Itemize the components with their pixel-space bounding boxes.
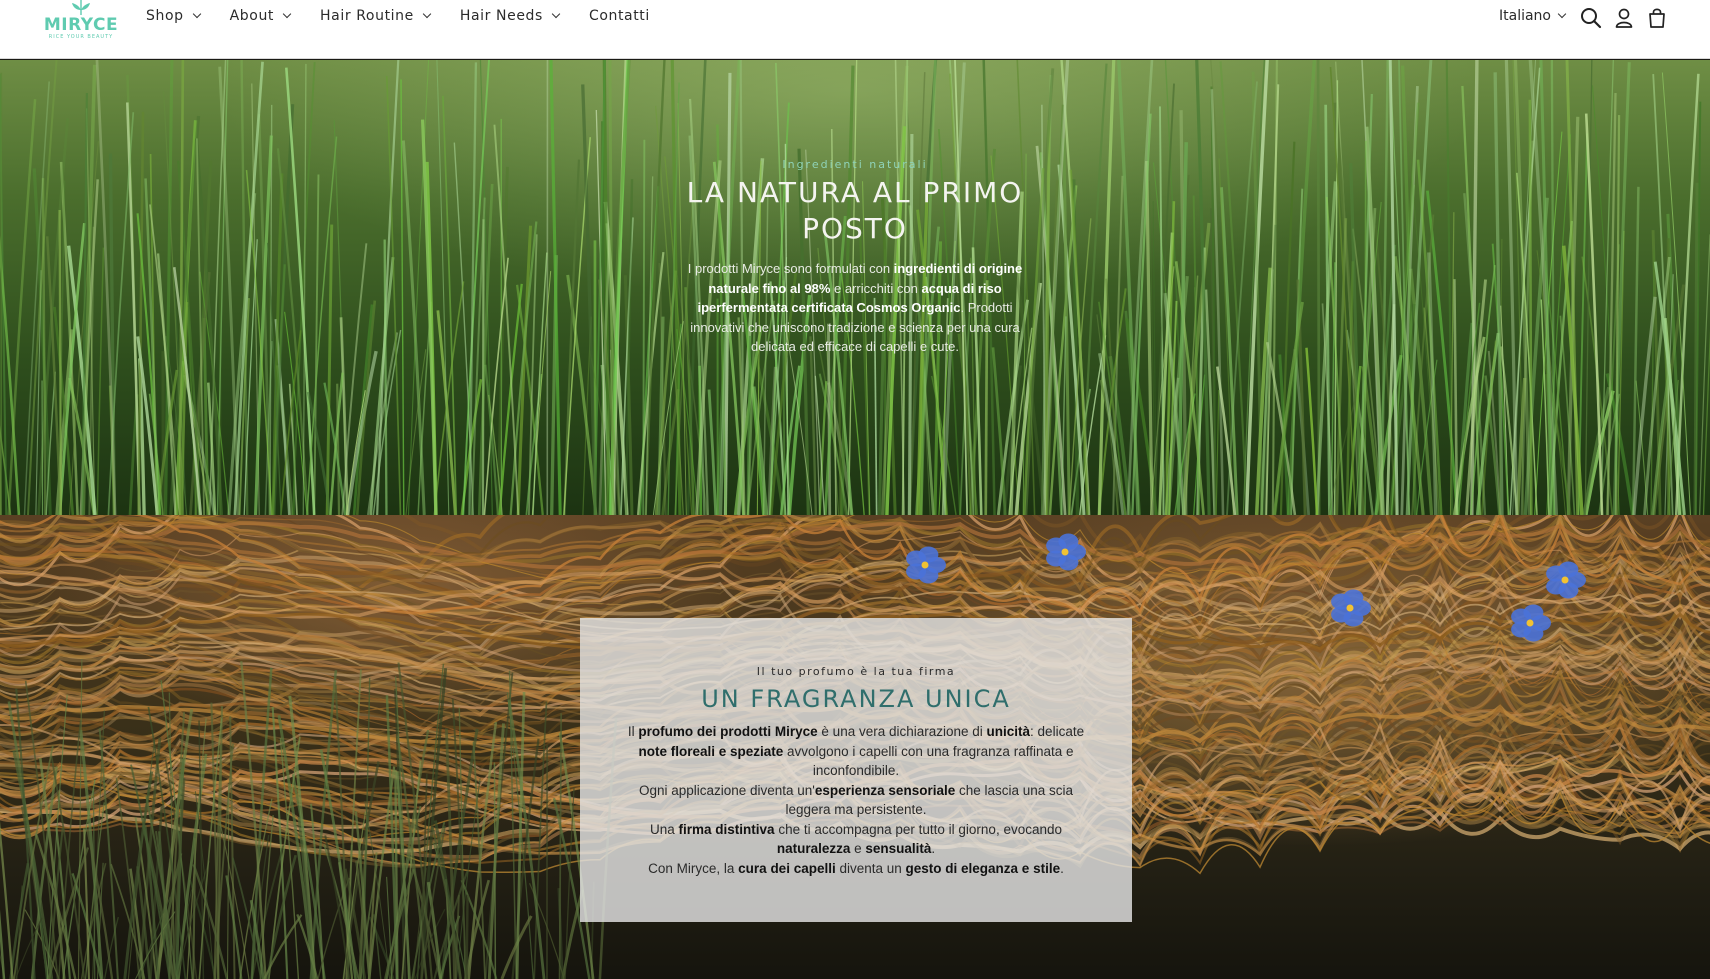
- chevron-down-icon: [282, 9, 292, 19]
- chevron-down-icon: [422, 9, 432, 19]
- fragrance-title: UN FRAGRANZA UNICA: [701, 685, 1011, 713]
- text-run: Il: [627, 724, 639, 739]
- natural-ingredients-section: Ingredienti naturali LA NATURA AL PRIMO …: [0, 60, 1710, 515]
- fragrance-paragraph: Ogni applicazione diventa un'esperienza …: [616, 781, 1096, 820]
- fragrance-description: Il profumo dei prodotti Miryce è una ver…: [616, 722, 1096, 878]
- bold-text: note floreali e speziate: [638, 743, 784, 759]
- text-run: e: [850, 841, 866, 856]
- fragrance-paragraph: Il profumo dei prodotti Miryce è una ver…: [616, 722, 1096, 781]
- bold-text: esperienza sensoriale: [814, 782, 956, 798]
- bold-text: profumo dei prodotti Miryce: [638, 724, 818, 739]
- bold-text: naturalezza: [776, 841, 851, 856]
- hero-title: LA NATURA AL PRIMO POSTO: [686, 176, 1024, 245]
- fragrance-eyebrow: Il tuo profumo è la tua firma: [756, 665, 956, 678]
- bold-text: firma distintiva: [678, 821, 775, 837]
- main-nav: Shop About Hair Routine Hair Needs Conta…: [146, 8, 680, 24]
- bold-text: gesto di eleganza e stile: [905, 860, 1061, 876]
- nav-about[interactable]: About: [229, 8, 292, 24]
- bold-text: cura dei capelli: [738, 860, 836, 876]
- text-run: avvolgono i capelli con una fragranza ra…: [783, 743, 1074, 779]
- text-run: I prodotti Miryce sono formulati con: [687, 261, 894, 276]
- account-icon[interactable]: [1614, 7, 1634, 34]
- nav-label: Hair Routine: [320, 8, 414, 24]
- nav-label: Shop: [146, 8, 184, 24]
- fragrance-section: Il tuo profumo è la tua firma UN FRAGRAN…: [0, 515, 1710, 979]
- nav-hair-needs[interactable]: Hair Needs: [459, 8, 561, 24]
- text-run: .: [931, 841, 936, 856]
- text-run: è una vera dichiarazione di: [817, 724, 987, 739]
- text-run: Una: [650, 821, 679, 837]
- leaf-logo-icon: [72, 0, 90, 16]
- chevron-down-icon: [192, 9, 201, 19]
- text-run: Con Miryce, la: [648, 860, 739, 876]
- chevron-down-icon: [1557, 9, 1567, 19]
- hero-description: I prodotti Miryce sono formulati con ing…: [670, 259, 1040, 357]
- nav-label: About: [229, 8, 275, 24]
- text-run: che ti accompagna per tutto il giorno, e…: [774, 821, 1062, 837]
- text-run: : delicate: [1030, 724, 1085, 739]
- logo-tagline: RICE YOUR BEAUTY: [48, 34, 114, 40]
- nav-shop[interactable]: Shop: [146, 8, 201, 24]
- site-header: MIRYCE RICE YOUR BEAUTY Shop About Hair …: [0, 0, 1710, 59]
- nav-contatti[interactable]: Contatti: [589, 8, 650, 24]
- bold-text: sensualità: [865, 841, 932, 856]
- nav-label: Hair Needs: [459, 8, 543, 24]
- bold-text: unicità: [986, 724, 1031, 739]
- chevron-down-icon: [551, 9, 561, 19]
- cart-icon[interactable]: [1647, 7, 1667, 34]
- fragrance-card: Il tuo profumo è la tua firma UN FRAGRAN…: [580, 618, 1132, 922]
- text-run: Ogni applicazione diventa un': [638, 782, 815, 798]
- hero-eyebrow: Ingredienti naturali: [782, 158, 928, 171]
- nav-hair-routine[interactable]: Hair Routine: [320, 8, 432, 24]
- language-label: Italiano: [1499, 8, 1551, 24]
- fragrance-paragraph: Con Miryce, la cura dei capelli diventa …: [616, 859, 1096, 879]
- nav-label: Contatti: [588, 8, 650, 24]
- search-icon[interactable]: [1580, 7, 1602, 34]
- brand-logo[interactable]: MIRYCE RICE YOUR BEAUTY: [42, 0, 120, 50]
- hero-text-block: Ingredienti naturali LA NATURA AL PRIMO …: [655, 158, 1055, 357]
- text-run: e arricchiti con: [830, 280, 922, 296]
- text-run: .: [1060, 860, 1064, 876]
- fragrance-paragraph: Una firma distintiva che ti accompagna p…: [616, 820, 1096, 859]
- language-selector[interactable]: Italiano: [1499, 8, 1567, 24]
- logo-wordmark: MIRYCE: [43, 15, 119, 35]
- text-run: diventa un: [835, 860, 906, 876]
